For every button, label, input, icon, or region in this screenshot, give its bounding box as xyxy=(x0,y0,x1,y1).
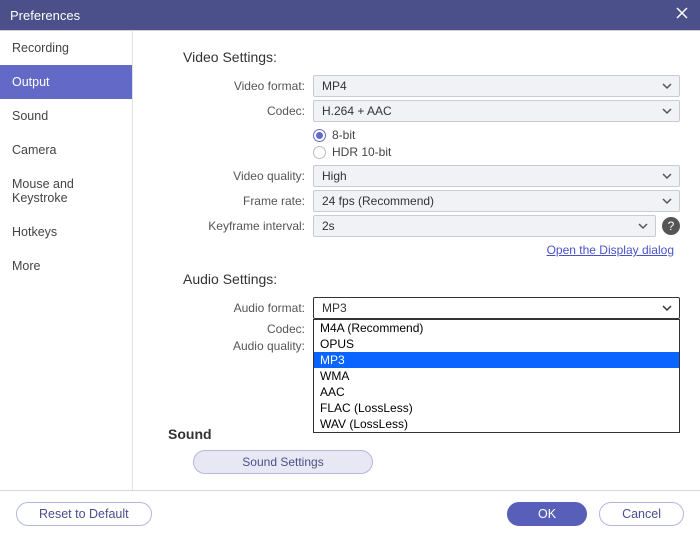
footer: Reset to Default OK Cancel xyxy=(0,490,700,536)
titlebar: Preferences xyxy=(0,0,700,30)
keyframe-interval-label: Keyframe interval: xyxy=(163,219,313,233)
audio-format-option[interactable]: M4A (Recommend) xyxy=(314,320,679,336)
video-codec-label: Codec: xyxy=(163,104,313,118)
video-settings-heading: Video Settings: xyxy=(183,49,680,65)
chevron-down-icon xyxy=(661,80,673,95)
window-title: Preferences xyxy=(10,8,80,23)
sidebar: Recording Output Sound Camera Mouse and … xyxy=(0,31,133,490)
sidebar-item-recording[interactable]: Recording xyxy=(0,31,132,65)
audio-settings-heading: Audio Settings: xyxy=(183,271,680,287)
sidebar-item-mouse-keystroke[interactable]: Mouse and Keystroke xyxy=(0,167,132,215)
chevron-down-icon xyxy=(661,195,673,210)
audio-format-option[interactable]: AAC xyxy=(314,384,679,400)
chevron-down-icon xyxy=(661,105,673,120)
radio-icon xyxy=(313,129,326,142)
cancel-button[interactable]: Cancel xyxy=(599,502,684,526)
body: Recording Output Sound Camera Mouse and … xyxy=(0,30,700,490)
chevron-down-icon xyxy=(661,302,673,317)
sound-settings-button[interactable]: Sound Settings xyxy=(193,450,373,474)
sidebar-item-sound[interactable]: Sound xyxy=(0,99,132,133)
sidebar-item-hotkeys[interactable]: Hotkeys xyxy=(0,215,132,249)
video-format-label: Video format: xyxy=(163,79,313,93)
keyframe-interval-dropdown[interactable]: 2s xyxy=(313,215,656,237)
help-icon[interactable]: ? xyxy=(662,217,680,235)
open-display-dialog-link[interactable]: Open the Display dialog xyxy=(547,243,674,257)
video-quality-label: Video quality: xyxy=(163,169,313,183)
video-format-dropdown[interactable]: MP4 xyxy=(313,75,680,97)
close-icon[interactable] xyxy=(674,5,690,26)
audio-format-option[interactable]: FLAC (LossLess) xyxy=(314,400,679,416)
audio-format-option[interactable]: OPUS xyxy=(314,336,679,352)
reset-to-default-button[interactable]: Reset to Default xyxy=(16,502,152,526)
frame-rate-dropdown[interactable]: 24 fps (Recommend) xyxy=(313,190,680,212)
radio-icon xyxy=(313,146,326,159)
audio-format-option[interactable]: MP3 xyxy=(314,352,679,368)
audio-format-dropdown[interactable]: MP3 xyxy=(313,297,680,319)
bit-depth-8-radio[interactable]: 8-bit xyxy=(313,128,680,142)
frame-rate-label: Frame rate: xyxy=(163,194,313,208)
audio-format-option[interactable]: WMA xyxy=(314,368,679,384)
ok-button[interactable]: OK xyxy=(507,502,587,526)
chevron-down-icon xyxy=(637,220,649,235)
audio-format-option[interactable]: WAV (LossLess) xyxy=(314,416,679,432)
video-codec-dropdown[interactable]: H.264 + AAC xyxy=(313,100,680,122)
audio-format-options: M4A (Recommend) OPUS MP3 WMA AAC FLAC (L… xyxy=(313,319,680,433)
audio-format-label: Audio format: xyxy=(163,301,313,315)
bit-depth-hdr10-radio[interactable]: HDR 10-bit xyxy=(313,145,680,159)
content: Video Settings: Video format: MP4 Codec:… xyxy=(133,31,700,490)
chevron-down-icon xyxy=(661,170,673,185)
sidebar-item-camera[interactable]: Camera xyxy=(0,133,132,167)
sidebar-item-output[interactable]: Output xyxy=(0,65,132,99)
audio-codec-label: Codec: xyxy=(163,322,313,336)
audio-quality-label: Audio quality: xyxy=(163,339,313,353)
sidebar-item-more[interactable]: More xyxy=(0,249,132,283)
video-quality-dropdown[interactable]: High xyxy=(313,165,680,187)
